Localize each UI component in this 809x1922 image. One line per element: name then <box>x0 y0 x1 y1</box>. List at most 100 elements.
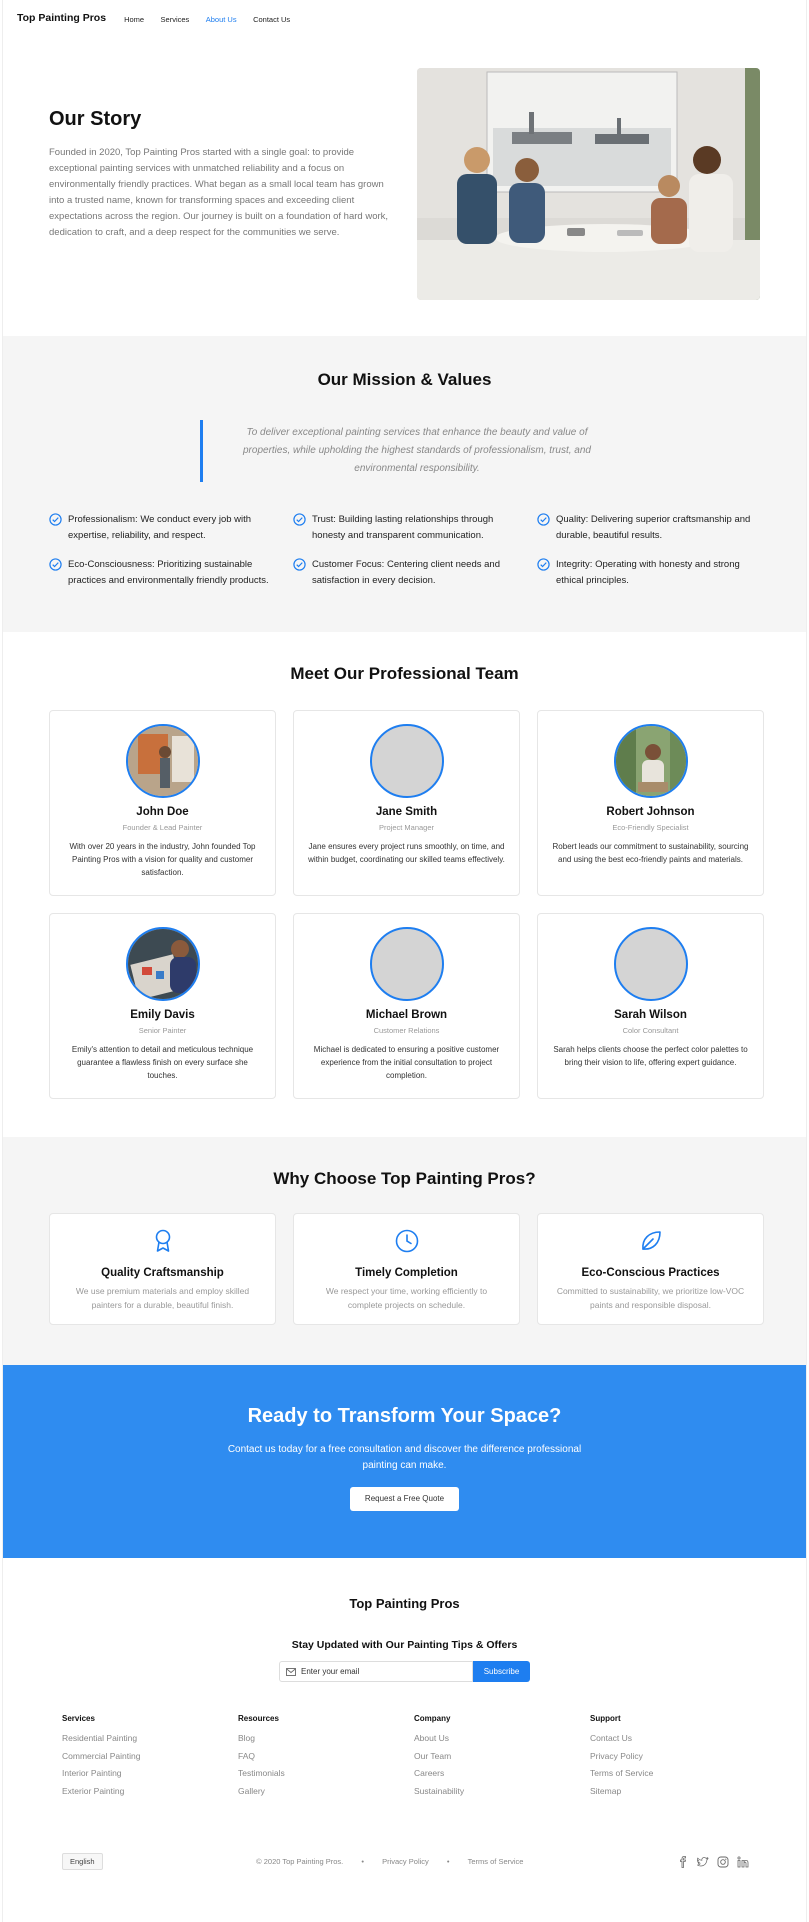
footer-column-title: Support <box>590 1714 621 1723</box>
footer-link[interactable]: FAQ <box>238 1751 414 1761</box>
footer-link[interactable]: Exterior Painting <box>62 1786 238 1796</box>
value-item: Professionalism: We conduct every job wi… <box>49 512 269 543</box>
leaf-icon <box>641 1231 661 1250</box>
member-bio: Emily's attention to detail and meticulo… <box>71 1045 254 1080</box>
legal-links: © 2020 Top Painting Pros. • Privacy Poli… <box>103 1857 677 1866</box>
terms-link[interactable]: Terms of Service <box>468 1857 524 1866</box>
footer-link[interactable]: Careers <box>414 1768 590 1778</box>
value-item: Eco-Consciousness: Prioritizing sustaina… <box>49 557 269 588</box>
subscribe-button[interactable]: Subscribe <box>473 1661 530 1682</box>
twitter-icon[interactable] <box>697 1856 709 1868</box>
site-header: Top Painting Pros Home Services About Us… <box>3 0 806 36</box>
value-text: Customer Focus: Centering client needs a… <box>312 559 500 586</box>
footer-column-company: Company About Us Our Team Careers Sustai… <box>414 1714 590 1803</box>
footer-link[interactable]: Sustainability <box>414 1786 590 1796</box>
member-role: Founder & Lead Painter <box>122 823 203 832</box>
main-nav: Home Services About Us Contact Us <box>124 9 302 27</box>
nav-about-us[interactable]: About Us <box>206 15 237 24</box>
check-circle-icon <box>537 513 550 526</box>
team-title: Meet Our Professional Team <box>290 664 519 683</box>
member-bio: Sarah helps clients choose the perfect c… <box>553 1045 748 1067</box>
site-footer: Top Painting Pros Stay Updated with Our … <box>3 1558 806 1922</box>
footer-link[interactable]: Terms of Service <box>590 1768 766 1778</box>
team-card: Michael Brown Customer Relations Michael… <box>293 913 520 1099</box>
footer-column-title: Services <box>62 1714 95 1723</box>
team-card: Sarah Wilson Color Consultant Sarah help… <box>537 913 764 1099</box>
footer-link[interactable]: Residential Painting <box>62 1733 238 1743</box>
footer-link[interactable]: Contact Us <box>590 1733 766 1743</box>
email-input[interactable]: Enter your email <box>279 1661 473 1682</box>
member-name: John Doe <box>136 806 189 818</box>
our-story-section: Our Story Founded in 2020, Top Painting … <box>3 36 806 336</box>
member-name: Sarah Wilson <box>614 1009 687 1021</box>
member-role: Customer Relations <box>373 1026 440 1035</box>
facebook-icon[interactable] <box>677 1855 689 1868</box>
check-circle-icon <box>537 558 550 571</box>
footer-column-title: Resources <box>238 1714 279 1723</box>
member-role: Senior Painter <box>138 1026 187 1035</box>
values-list: Professionalism: We conduct every job wi… <box>3 482 806 588</box>
check-circle-icon <box>49 513 62 526</box>
footer-column-resources: Resources Blog FAQ Testimonials Gallery <box>238 1714 414 1803</box>
why-item-text: We use premium materials and employ skil… <box>75 1286 250 1310</box>
instagram-icon[interactable] <box>717 1856 729 1868</box>
footer-brand: Top Painting Pros <box>349 1596 460 1611</box>
check-circle-icon <box>293 513 306 526</box>
footer-link[interactable]: Gallery <box>238 1786 414 1796</box>
value-text: Quality: Delivering superior craftsmansh… <box>556 514 751 541</box>
member-bio: With over 20 years in the industry, John… <box>69 842 256 877</box>
nav-home[interactable]: Home <box>124 15 144 24</box>
brand-logo[interactable]: Top Painting Pros <box>17 12 106 24</box>
mission-title: Our Mission & Values <box>317 370 492 389</box>
cta-section: Ready to Transform Your Space? Contact u… <box>3 1365 806 1558</box>
footer-column-services: Services Residential Painting Commercial… <box>62 1714 238 1803</box>
team-meeting-photo <box>417 68 760 300</box>
why-item-text: Committed to sustainability, we prioriti… <box>556 1286 745 1310</box>
avatar-jane-smith <box>369 724 444 798</box>
story-text: Our Story Founded in 2020, Top Painting … <box>49 68 389 241</box>
value-item: Integrity: Operating with honesty and st… <box>537 557 757 588</box>
member-name: Jane Smith <box>375 806 438 818</box>
request-quote-button[interactable]: Request a Free Quote <box>350 1487 459 1511</box>
team-grid: John Doe Founder & Lead Painter With ove… <box>3 684 806 1099</box>
nav-services[interactable]: Services <box>161 15 190 24</box>
footer-link[interactable]: Commercial Painting <box>62 1751 238 1761</box>
clock-icon <box>395 1229 418 1253</box>
footer-link-columns: Services Residential Painting Commercial… <box>3 1682 806 1803</box>
award-ribbon-icon <box>155 1229 170 1252</box>
mission-values-section: Our Mission & Values To deliver exceptio… <box>3 336 806 632</box>
footer-link[interactable]: Our Team <box>414 1751 590 1761</box>
footer-column-title: Company <box>414 1714 451 1723</box>
footer-bottom-bar: English © 2020 Top Painting Pros. • Priv… <box>3 1803 806 1870</box>
member-name: Robert Johnson <box>606 806 695 818</box>
value-text: Eco-Consciousness: Prioritizing sustaina… <box>68 559 269 586</box>
why-card: Timely Completion We respect your time, … <box>293 1213 520 1325</box>
avatar-john-doe <box>125 724 200 798</box>
why-title: Why Choose Top Painting Pros? <box>273 1169 536 1188</box>
footer-link[interactable]: Blog <box>238 1733 414 1743</box>
member-name: Michael Brown <box>365 1009 448 1021</box>
value-text: Trust: Building lasting relationships th… <box>312 514 494 541</box>
nav-contact-us[interactable]: Contact Us <box>253 15 290 24</box>
email-placeholder: Enter your email <box>301 1667 360 1676</box>
why-choose-section: Why Choose Top Painting Pros? Quality Cr… <box>3 1137 806 1365</box>
value-text: Professionalism: We conduct every job wi… <box>68 514 252 541</box>
footer-link[interactable]: Privacy Policy <box>590 1751 766 1761</box>
linkedin-icon[interactable] <box>737 1855 749 1868</box>
team-section: Meet Our Professional Team John Doe Foun… <box>3 632 806 1137</box>
footer-link[interactable]: Testimonials <box>238 1768 414 1778</box>
footer-link[interactable]: Interior Painting <box>62 1768 238 1778</box>
social-links <box>677 1855 749 1868</box>
privacy-link[interactable]: Privacy Policy <box>382 1857 429 1866</box>
value-item: Customer Focus: Centering client needs a… <box>293 557 513 588</box>
member-bio: Jane ensures every project runs smoothly… <box>308 842 505 864</box>
separator: • <box>361 1857 364 1866</box>
footer-link[interactable]: About Us <box>414 1733 590 1743</box>
language-selector[interactable]: English <box>62 1853 103 1870</box>
footer-link[interactable]: Sitemap <box>590 1786 766 1796</box>
value-item: Trust: Building lasting relationships th… <box>293 512 513 543</box>
separator: • <box>446 1857 450 1866</box>
why-item-title: Eco-Conscious Practices <box>581 1267 720 1279</box>
team-card: Robert Johnson Eco-Friendly Specialist R… <box>537 710 764 896</box>
member-bio: Robert leads our commitment to sustainab… <box>552 842 749 864</box>
